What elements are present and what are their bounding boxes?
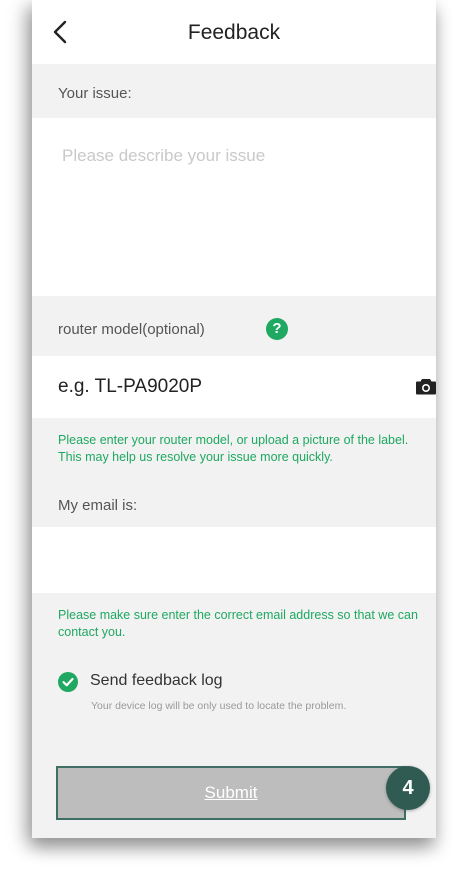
- question-circle-icon[interactable]: ?: [266, 318, 288, 340]
- router-model-hint: Please enter your router model, or uploa…: [58, 433, 409, 464]
- feedback-screen: Feedback Your issue: router model(option…: [32, 0, 436, 838]
- camera-icon[interactable]: [416, 377, 436, 395]
- email-label: My email is:: [58, 497, 138, 514]
- send-feedback-log-label[interactable]: Send feedback log: [90, 672, 223, 690]
- issue-textarea[interactable]: [32, 118, 436, 296]
- top-bar: Feedback: [32, 0, 436, 64]
- page-title: Feedback: [187, 21, 281, 44]
- check-circle-icon[interactable]: [58, 672, 78, 692]
- feedback-log-description: Your device log will be only used to loc…: [91, 700, 347, 712]
- issue-label: Your issue:: [58, 85, 132, 102]
- submit-button[interactable]: Submit: [56, 766, 406, 820]
- email-hint: Please make sure enter the correct email…: [58, 608, 418, 639]
- router-model-label: router model(optional): [58, 321, 205, 338]
- screenshot-stage: Feedback Your issue: router model(option…: [0, 0, 452, 869]
- email-row: [32, 527, 436, 593]
- router-model-row: [32, 356, 436, 418]
- router-model-input[interactable]: [58, 356, 388, 418]
- step-number-badge: 4: [386, 766, 430, 810]
- email-input[interactable]: [58, 527, 418, 593]
